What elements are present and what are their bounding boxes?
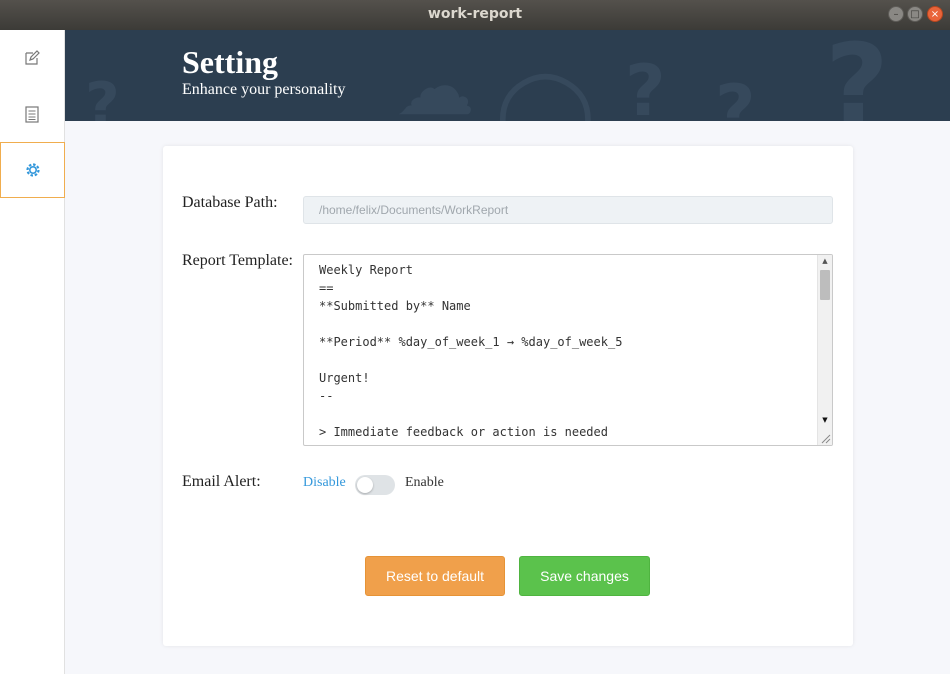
settings-icon <box>25 163 40 177</box>
report-template-textarea[interactable]: Weekly Report == **Submitted by** Name *… <box>303 254 833 446</box>
report-template-label: Report Template: <box>182 252 293 269</box>
template-line <box>319 351 622 369</box>
email-alert-toggle[interactable] <box>355 475 395 495</box>
email-alert-enable-label[interactable]: Enable <box>405 475 444 491</box>
sidebar-item-reports[interactable] <box>0 86 64 142</box>
template-line: **Period** %day_of_week_1 → %day_of_week… <box>319 335 623 349</box>
template-lines: Weekly Report == **Submitted by** Name *… <box>319 261 622 441</box>
template-line: == <box>319 281 334 295</box>
header-decoration: ? <box>715 70 756 121</box>
resize-handle-icon[interactable] <box>819 432 831 444</box>
header-decoration: ☁ <box>395 40 475 121</box>
template-line <box>319 315 622 333</box>
page-header: ? ☁ ◯ ? ? ? Setting Enhance your persona… <box>65 30 950 121</box>
scroll-down-arrow-icon[interactable]: ▼ <box>818 416 832 426</box>
minimize-button[interactable]: – <box>888 6 904 22</box>
template-line <box>319 405 622 423</box>
settings-card: Database Path: /home/felix/Documents/Wor… <box>163 146 853 646</box>
header-decoration: ? <box>625 50 666 121</box>
document-list-icon <box>25 105 39 123</box>
template-line: Weekly Report <box>319 263 413 277</box>
header-decoration: ? <box>85 70 120 121</box>
template-scrollbar[interactable]: ▲ ▼ <box>817 255 832 445</box>
reset-to-default-button[interactable]: Reset to default <box>365 556 505 596</box>
page-title: Setting <box>182 44 278 80</box>
sidebar-item-edit[interactable] <box>0 30 64 86</box>
sidebar-item-settings[interactable] <box>0 142 65 198</box>
close-button[interactable]: × <box>927 6 943 22</box>
page-subtitle: Enhance your personality <box>182 81 346 98</box>
edit-icon <box>25 50 40 65</box>
header-decoration: ◯ <box>495 60 596 121</box>
window-title: work-report <box>427 6 523 22</box>
header-decoration: ? <box>825 30 889 121</box>
database-path-input[interactable]: /home/felix/Documents/WorkReport <box>303 196 833 224</box>
database-path-label: Database Path: <box>182 194 278 211</box>
save-changes-button[interactable]: Save changes <box>519 556 650 596</box>
sidebar <box>0 30 65 674</box>
template-line: > Immediate feedback or action is needed <box>319 425 608 439</box>
scrollbar-thumb[interactable] <box>820 270 830 300</box>
toggle-knob <box>357 477 373 493</box>
window-titlebar[interactable]: work-report – □ × <box>0 0 950 30</box>
template-line: -- <box>319 389 334 403</box>
scroll-up-arrow-icon[interactable]: ▲ <box>818 257 832 267</box>
maximize-button[interactable]: □ <box>907 6 923 22</box>
main-content: Database Path: /home/felix/Documents/Wor… <box>65 121 950 674</box>
template-line: Urgent! <box>319 371 370 385</box>
email-alert-label: Email Alert: <box>182 473 261 490</box>
template-line: **Submitted by** Name <box>319 299 471 313</box>
email-alert-disable-label[interactable]: Disable <box>303 475 346 491</box>
